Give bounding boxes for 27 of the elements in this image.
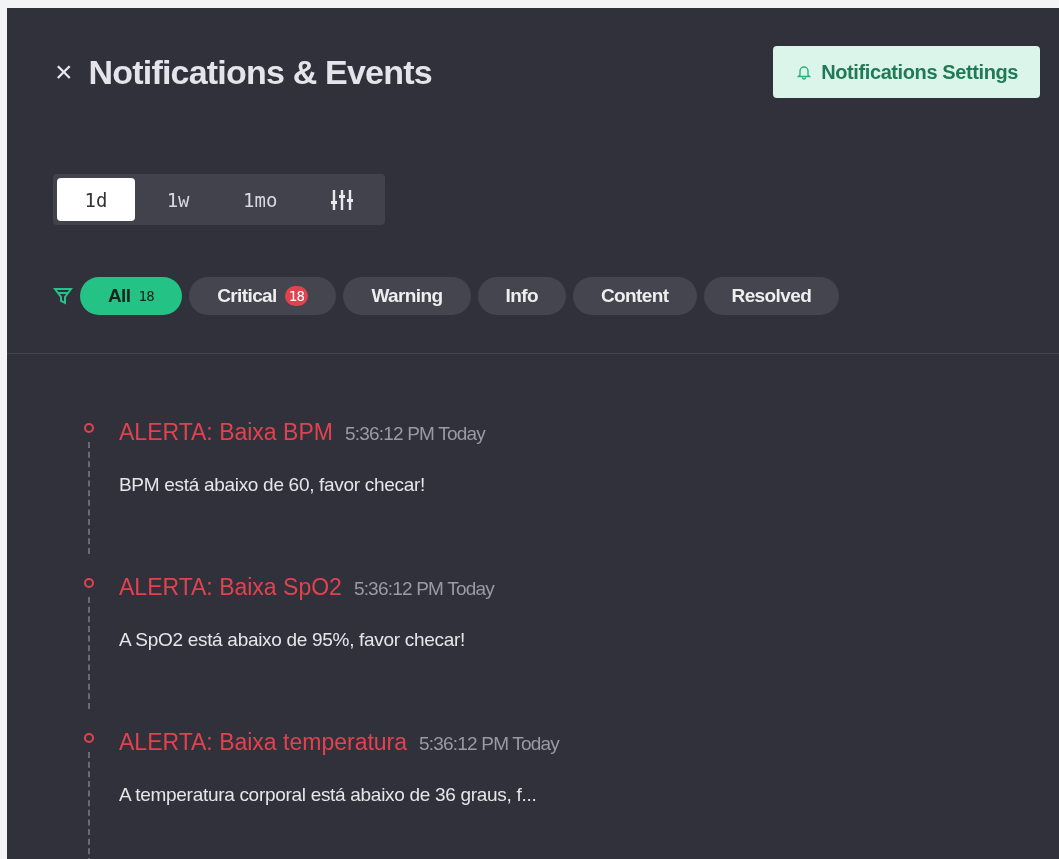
event-time: 5:36:12 PM Today [419,733,560,755]
timeline-dot-icon [83,732,95,744]
timeline-dot-icon [83,577,95,589]
bell-icon [797,64,812,80]
event-title: ALERTA: Baixa temperatura [119,729,408,756]
event-time: 5:36:12 PM Today [344,423,485,445]
event-message: BPM está abaixo de 60, favor checar! [119,474,427,496]
filter-chip[interactable]: Resolved [703,277,840,315]
filter-chip[interactable]: Warning [343,277,471,315]
close-button[interactable]: × [55,57,73,87]
event-title: ALERTA: Baixa SpO2 [119,574,342,601]
notifications-settings-button[interactable]: Notifications Settings [773,46,1040,98]
filter-chip[interactable]: Content [572,277,697,315]
timeline-dot-icon [83,422,95,434]
event-message: A SpO2 está abaixo de 95%, favor checar! [119,629,467,651]
panel-title: Notifications & Events [88,52,432,92]
sliders-icon [330,188,355,211]
range-tab[interactable]: 1d [57,178,136,221]
filter-chip[interactable]: Info [477,277,566,315]
filter-chip[interactable]: Critical 18 [189,277,337,315]
range-tab[interactable]: 1w [139,178,218,221]
event-title: ALERTA: Baixa BPM [119,419,333,446]
filter-chip[interactable]: All 18 [80,277,183,315]
event-time: 5:36:12 PM Today [353,578,494,600]
event-message: A temperatura corporal está abaixo de 36 graus, f... [119,784,538,806]
filter-icon [53,286,73,306]
range-tab[interactable]: 1mo [221,178,300,221]
